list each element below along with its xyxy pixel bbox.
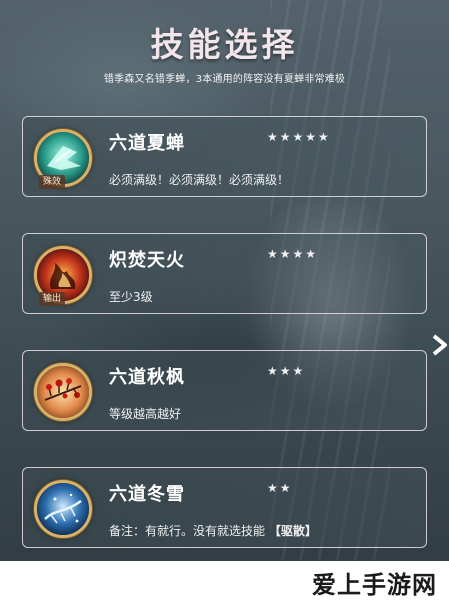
skill-name: 六道冬雪 (109, 484, 185, 505)
skill-description-bold: 【驱散】 (268, 524, 317, 538)
page-title: 技能选择 (150, 25, 299, 64)
winter-snow-icon (34, 480, 92, 538)
skill-card-winter-snow[interactable]: 六道冬雪 ★★ 备注：有就行。没有就选技能 【驱散】 (22, 467, 427, 548)
skill-name: 炽焚天火 (109, 250, 185, 271)
watermark-text: 爱上手游网 (312, 571, 437, 599)
skill-description: 至少3级 (109, 290, 153, 304)
star-rating: ★★ (267, 481, 293, 495)
skill-tag: 输出 (39, 292, 65, 306)
star-rating: ★★★ (267, 364, 306, 378)
chevron-right-icon[interactable] (431, 334, 449, 356)
skill-tag: 殊效 (39, 175, 65, 189)
skill-description: 等级越高越好 (109, 407, 182, 421)
star-rating: ★★★★★ (267, 130, 331, 144)
skill-name: 六道夏蝉 (109, 133, 185, 154)
skill-description-text: 备注：有就行。没有就选技能 (109, 524, 266, 538)
skill-description: 必须满级！必须满级！必须满级！ (109, 173, 290, 187)
skill-card-autumn-maple[interactable]: 六道秋枫 ★★★ 等级越高越好 (22, 350, 427, 431)
star-rating: ★★★★ (267, 247, 319, 261)
skill-card-summer-cicada[interactable]: 殊效 六道夏蝉 ★★★★★ 必须满级！必须满级！必须满级！ (22, 116, 427, 197)
skill-name: 六道秋枫 (109, 367, 185, 388)
autumn-maple-icon (34, 363, 92, 421)
skill-description: 备注：有就行。没有就选技能 【驱散】 (109, 522, 317, 539)
watermark-bar: 爱上手游网 (0, 561, 449, 600)
skill-card-blazing-fire[interactable]: 输出 炽焚天火 ★★★★ 至少3级 (22, 233, 427, 314)
page-subtitle: 错季森又名错季蝉，3本通用的阵容没有夏蝉非常难极 (103, 74, 346, 85)
